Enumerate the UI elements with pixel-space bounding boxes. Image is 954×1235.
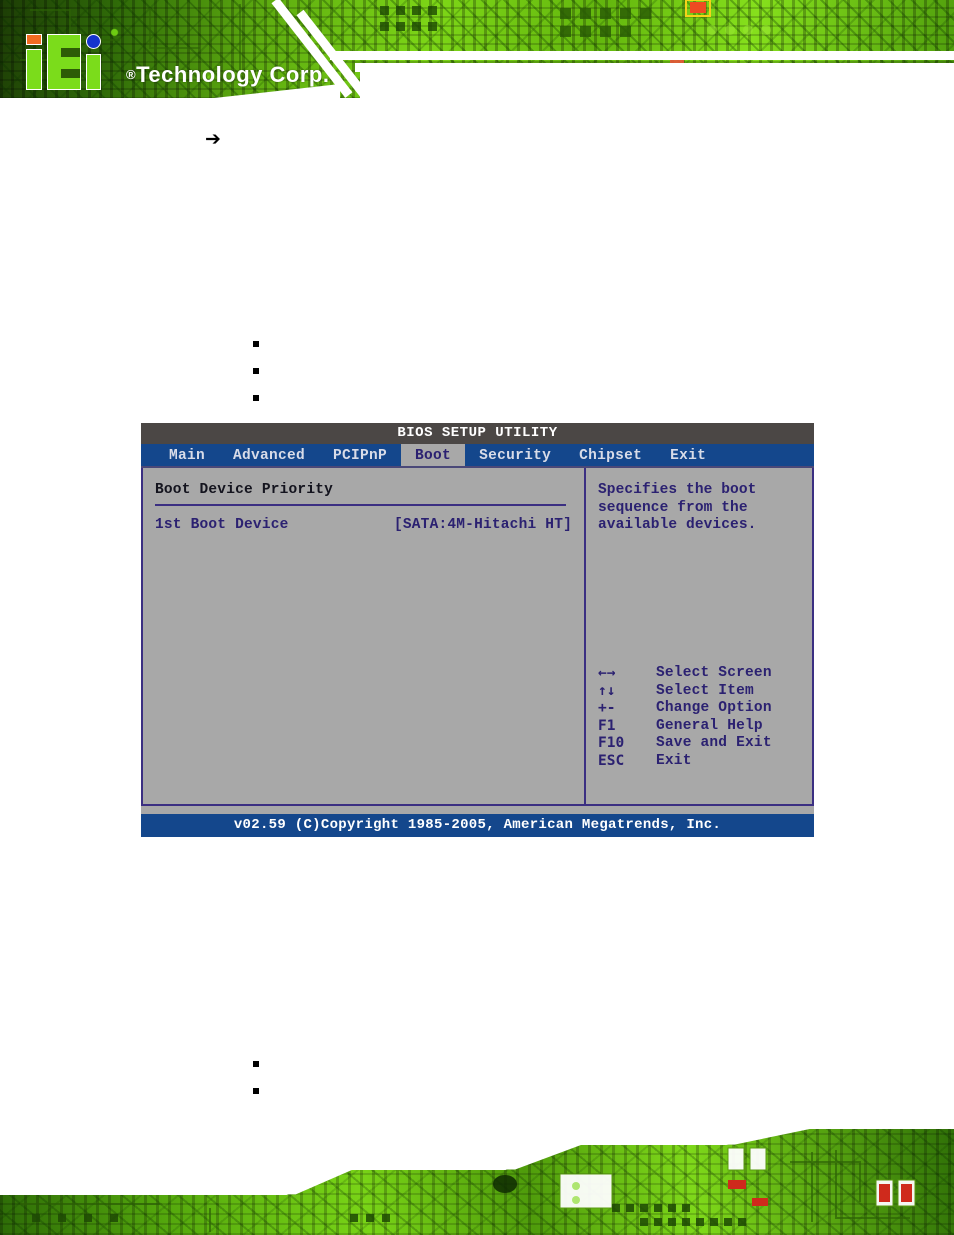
logo-orange-square xyxy=(26,34,42,45)
tab-chipset[interactable]: Chipset xyxy=(565,444,656,466)
setting-label: 1st Boot Device xyxy=(155,517,289,533)
bios-footer-copyright: v02.59 (C)Copyright 1985-2005, American … xyxy=(141,814,814,837)
setting-value[interactable]: [SATA:4M-Hitachi HT] xyxy=(394,517,572,533)
legend-label: Change Option xyxy=(656,700,772,716)
tab-boot[interactable]: Boot xyxy=(401,444,466,466)
logo-letter-i-first xyxy=(26,49,42,90)
section-divider xyxy=(155,504,566,506)
logo-wordmark-text: Technology Corp. xyxy=(136,62,330,87)
logo-letter-i-second xyxy=(86,54,101,90)
legend-label: Select Item xyxy=(656,682,754,699)
legend-row-change-option: +- Change Option xyxy=(598,700,824,718)
tab-advanced[interactable]: Advanced xyxy=(219,444,319,466)
registered-mark: ® xyxy=(126,67,137,82)
bullet-list-bottom xyxy=(253,1056,269,1110)
page-header-banner: ®Technology Corp. xyxy=(0,0,954,108)
pcb-components-bottom xyxy=(0,1123,954,1232)
bios-settings-pane: Boot Device Priority 1st Boot Device [SA… xyxy=(143,468,586,804)
logo-letter-e xyxy=(47,34,81,90)
bios-content-area: Boot Device Priority 1st Boot Device [SA… xyxy=(141,468,814,806)
legend-row-select-item: ↑↓ Select Item xyxy=(598,683,824,701)
legend-label: General Help xyxy=(656,717,763,734)
legend-row-general-help: F1 General Help xyxy=(598,718,824,736)
tab-exit[interactable]: Exit xyxy=(656,444,720,466)
square-bullet-icon xyxy=(253,368,259,374)
legend-label: Save and Exit xyxy=(656,735,772,751)
logo-wordmark: ®Technology Corp. xyxy=(126,62,329,88)
legend-row-exit: ESC Exit xyxy=(598,753,824,771)
f10-key-icon: F10 xyxy=(598,735,625,751)
section-title-boot-device-priority: Boot Device Priority xyxy=(155,482,334,498)
f1-key-icon: F1 xyxy=(598,717,616,734)
setting-row-1st-boot-device[interactable]: 1st Boot Device [SATA:4M-Hitachi HT] xyxy=(155,517,572,533)
banner-sweep-h1 xyxy=(330,51,954,60)
bios-menu-bar[interactable]: Main Advanced PCIPnP Boot Security Chips… xyxy=(141,444,814,468)
banner-bottom-strip xyxy=(0,98,954,108)
square-bullet-icon xyxy=(253,341,259,347)
iei-logo-mark xyxy=(24,32,120,92)
tab-main[interactable]: Main xyxy=(155,444,219,466)
list-item xyxy=(253,1056,269,1083)
page-footer-banner xyxy=(0,1122,954,1235)
navigation-key-legend: ←→ Select Screen ↑↓ Select Item +- Chang… xyxy=(598,665,824,770)
list-item xyxy=(253,336,269,363)
up-down-arrow-icon: ↑↓ xyxy=(598,682,616,699)
legend-row-save-and-exit: F10 Save and Exit xyxy=(598,735,824,753)
logo-blue-dot xyxy=(86,34,101,49)
bios-help-pane: Specifies the boot sequence from the ava… xyxy=(586,468,812,804)
bios-setup-window: BIOS SETUP UTILITY Main Advanced PCIPnP … xyxy=(141,423,814,837)
esc-key-icon: ESC xyxy=(598,752,625,769)
list-item xyxy=(253,390,269,417)
legend-row-select-screen: ←→ Select Screen xyxy=(598,665,824,683)
square-bullet-icon xyxy=(253,1061,259,1067)
bios-footer-gap xyxy=(141,806,814,810)
left-right-arrow-icon: ←→ xyxy=(598,665,616,681)
list-item xyxy=(253,1083,269,1110)
list-item xyxy=(253,363,269,390)
step-arrow-icon: ➔ xyxy=(205,128,221,150)
company-logo: ®Technology Corp. xyxy=(24,30,329,92)
plus-minus-key-icon: +- xyxy=(598,700,616,716)
legend-label: Exit xyxy=(656,752,692,769)
tab-pcipnp[interactable]: PCIPnP xyxy=(319,444,401,466)
bios-title-bar: BIOS SETUP UTILITY xyxy=(141,423,814,444)
square-bullet-icon xyxy=(253,395,259,401)
legend-label: Select Screen xyxy=(656,665,772,681)
square-bullet-icon xyxy=(253,1088,259,1094)
bullet-list-top xyxy=(253,336,269,417)
help-description: Specifies the boot sequence from the ava… xyxy=(598,482,757,533)
tab-security[interactable]: Security xyxy=(465,444,565,466)
